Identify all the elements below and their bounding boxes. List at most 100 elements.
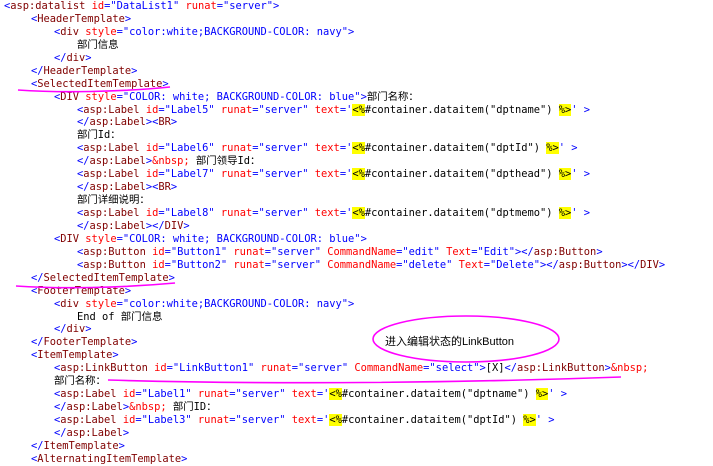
code-line[interactable]: <asp:Label id="Label1" runat="server" te… [0,388,713,401]
code-token: ' > [535,414,555,426]
code-token: asp:Label [60,414,117,426]
code-token: ="delete" [396,258,453,271]
code-token: </ [77,181,90,194]
code-line[interactable]: <HeaderTemplate> [0,13,713,26]
code-token: id [139,207,159,219]
code-line[interactable]: <SelectedItemTemplate> [0,78,713,91]
code-token: style [79,25,117,38]
code-line[interactable]: <asp:datalist id="DataList1" runat="serv… [0,0,713,13]
code-line[interactable]: End of 部门信息 [0,311,713,324]
code-line[interactable]: </ItemTemplate> [0,440,713,453]
code-token: ItemTemplate [37,349,113,362]
code-line[interactable]: <asp:Label id="Label6" runat="server" te… [0,142,713,155]
code-line[interactable]: <asp:Label id="Label8" runat="server" te… [0,207,713,220]
code-token: asp:datalist [10,0,86,12]
code-line[interactable]: 部门详细说明： [0,194,713,207]
code-line[interactable]: <asp:Label id="Label7" runat="server" te… [0,168,713,181]
code-token: id [116,388,136,401]
code-token: </ [504,362,518,375]
code-token: > [131,336,138,349]
code-line[interactable]: </asp:Label><BR> [0,116,713,129]
code-token: >< [145,181,159,194]
code-token: asp:Label [89,116,146,129]
code-token: ItemTemplate [43,439,119,452]
code-line[interactable]: <asp:Label id="Label3" runat="server" te… [0,414,713,427]
code-line[interactable]: <DIV style="COLOR: white; BACKGROUND-COL… [0,91,713,104]
code-token: <% [352,207,365,219]
code-token: text [285,388,317,401]
code-line[interactable]: </asp:Label>&nbsp; 部门领导Id： [0,155,713,168]
code-token: Text [439,245,472,258]
code-token: id [147,362,167,375]
code-token: id [145,258,165,271]
code-line[interactable]: <asp:Label id="Label5" runat="server" te… [0,103,713,117]
code-token: style [79,232,117,245]
code-token: ="server" [252,103,309,116]
code-line[interactable]: </HeaderTemplate> [0,65,713,78]
code-token: asp:Label [66,426,123,439]
code-token: > [85,51,92,64]
code-token: </ [31,439,44,452]
code-token: </ [31,336,44,349]
code-token: asp:Label [89,219,146,232]
code-line[interactable]: </asp:Label>&nbsp; 部门ID： [0,401,713,414]
code-token: ="color:white;BACKGROUND-COLOR: navy"> [116,25,355,38]
code-token: </ [54,426,67,439]
code-token: ' > [571,103,591,116]
code-token: CommandName [348,362,424,375]
code-token: > [124,284,132,297]
code-token: &nbsp; [129,401,167,414]
code-line[interactable]: <div style="color:white;BACKGROUND-COLOR… [0,26,713,39]
code-line[interactable]: </FooterTemplate> [0,336,713,349]
code-token: asp:LinkButton [60,362,148,375]
code-line[interactable]: <DIV style="COLOR: white; BACKGROUND-COL… [0,233,713,246]
code-token: %> [558,168,572,181]
code-token: DIV [640,258,659,271]
code-token: style [79,297,117,310]
code-line[interactable]: <ItemTemplate> [0,349,713,362]
code-token: #container.dataitem("dptmemo") [364,207,559,219]
code-line[interactable]: </asp:Label><BR> [0,181,713,194]
code-token: ' > [571,168,591,181]
code-token: div [60,25,80,38]
code-token: asp:Label [66,401,123,414]
code-token: runat [179,0,217,12]
code-line[interactable]: 部门信息 [0,39,713,52]
code-line[interactable]: 部门名称： [0,375,713,388]
code-line[interactable]: <asp:Button id="Button2" runat="server" … [0,259,713,272]
code-token: runat [227,245,265,258]
code-line[interactable]: </asp:Label> [0,427,713,440]
code-line[interactable]: <FooterTemplate> [0,285,713,298]
code-token: BR [158,116,171,129]
code-token: ' > [571,207,591,219]
code-token: </ [54,51,67,64]
code-line[interactable]: </asp:Label></DIV> [0,220,713,233]
code-token: DIV [60,232,80,245]
code-line[interactable]: <div style="color:white;BACKGROUND-COLOR… [0,298,713,311]
code-token: > [122,426,130,439]
code-token: Text [452,258,484,271]
code-token: #container.dataitem("dptname") [364,103,559,116]
code-token: > [183,219,190,232]
code-token: <% [329,388,342,401]
code-token: > [118,439,125,452]
code-token: id [139,142,159,155]
code-token: ="Label7" [158,168,215,181]
code-token: asp:Label [89,155,146,168]
code-token: AlternatingItemTemplate [37,452,182,465]
code-line[interactable]: </div> [0,52,713,65]
code-token: <% [352,103,365,116]
code-token: text [308,168,340,181]
code-line[interactable]: </div> [0,323,713,336]
code-line[interactable]: 部门Id： [0,129,713,142]
code-line[interactable]: </SelectedItemTemplate> [0,272,713,285]
code-line[interactable]: <asp:Button id="Button1" runat="server" … [0,246,713,259]
code-token: id [85,0,105,12]
code-token: FooterTemplate [37,284,125,297]
code-token: asp:Label [83,103,140,116]
code-token: 部门ID： [166,401,217,414]
code-line[interactable]: <asp:LinkButton id="LinkButton1" runat="… [0,362,713,375]
code-token: ="Label8" [158,207,215,219]
code-editor[interactable]: <asp:datalist id="DataList1" runat="serv… [0,0,713,465]
code-token: ></ [145,219,165,232]
